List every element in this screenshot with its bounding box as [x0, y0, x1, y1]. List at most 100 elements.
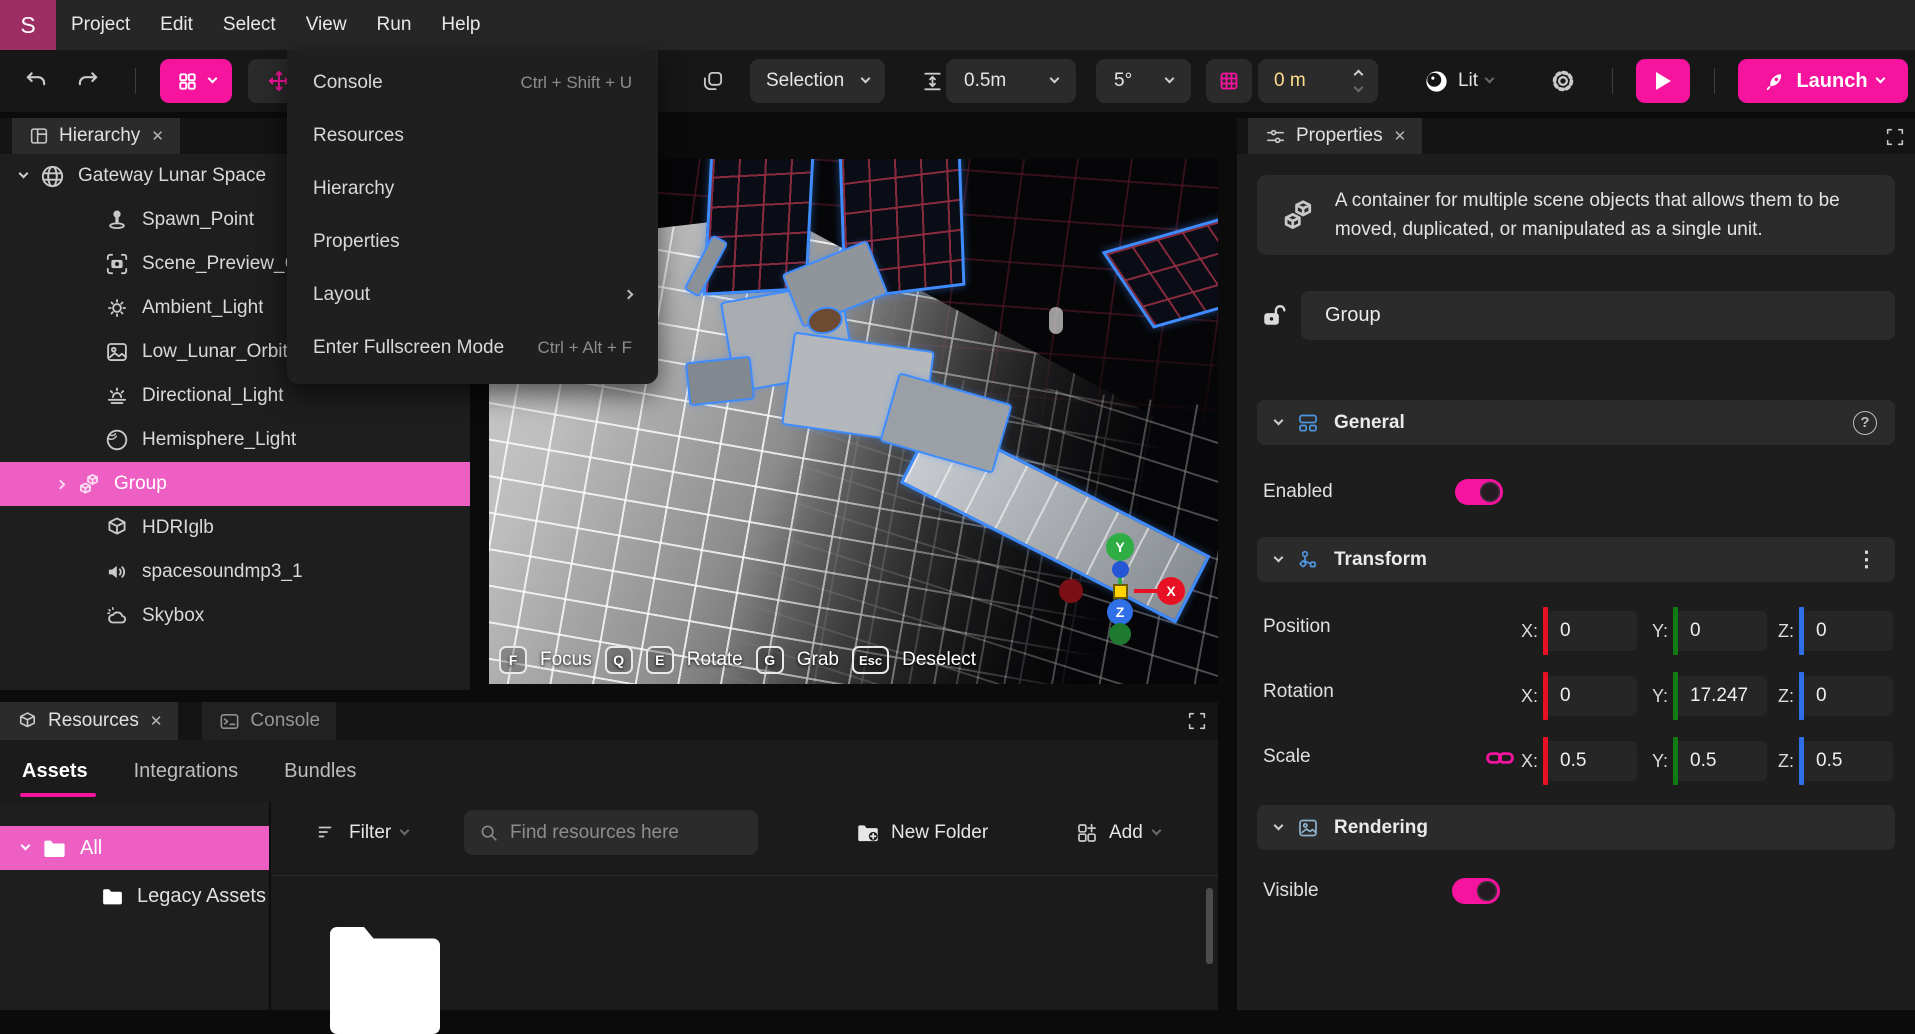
filter-button[interactable]: Filter: [315, 810, 408, 855]
scale-z-field[interactable]: Z: 0.5: [1778, 737, 1893, 785]
menu-help[interactable]: Help: [426, 0, 495, 50]
gizmo-center-handle[interactable]: [1113, 584, 1128, 599]
elevation-value: 0 m: [1274, 70, 1306, 92]
menu-item-resources[interactable]: Resources: [287, 109, 658, 162]
close-icon[interactable]: ✕: [150, 712, 163, 730]
app-logo[interactable]: S: [0, 0, 56, 50]
section-rendering[interactable]: Rendering: [1257, 805, 1895, 850]
folder-row-legacy-assets[interactable]: Legacy Assets: [0, 874, 269, 918]
position-y-field[interactable]: Y: 0: [1652, 607, 1767, 655]
scale-label: Scale: [1263, 746, 1311, 768]
tree-row-hemisphere-light[interactable]: Hemisphere_Light: [0, 418, 470, 462]
tree-row-group[interactable]: Group: [0, 462, 470, 506]
position-y-value[interactable]: 0: [1678, 611, 1767, 651]
scale-link-icon[interactable]: [1485, 748, 1515, 768]
menu-project[interactable]: Project: [56, 0, 145, 50]
undo-button[interactable]: [16, 59, 56, 103]
play-button[interactable]: [1636, 59, 1690, 103]
gizmo-neg-z-handle[interactable]: [1112, 561, 1129, 578]
tree-row-spacesound[interactable]: spacesoundmp3_1: [0, 550, 470, 594]
folder-icon: [41, 835, 68, 862]
section-transform[interactable]: Transform ⋮: [1257, 537, 1895, 582]
scrollbar-thumb[interactable]: [1206, 888, 1213, 964]
rotation-x-value[interactable]: 0: [1548, 676, 1637, 716]
menu-view[interactable]: View: [291, 0, 362, 50]
menu-item-properties[interactable]: Properties: [287, 215, 658, 268]
close-icon[interactable]: ✕: [151, 127, 164, 145]
menu-select[interactable]: Select: [208, 0, 291, 50]
unlock-icon[interactable]: [1263, 184, 1289, 210]
tab-bundles[interactable]: Bundles: [284, 760, 356, 783]
tab-console[interactable]: Console: [202, 702, 336, 740]
resource-search[interactable]: [464, 810, 758, 855]
gizmo-x-handle[interactable]: X: [1157, 577, 1185, 605]
hint-focus: Focus: [540, 649, 592, 671]
help-icon[interactable]: ?: [1853, 411, 1877, 435]
position-z-value[interactable]: 0: [1804, 611, 1893, 651]
unlock-icon[interactable]: [1259, 302, 1287, 330]
local-global-toggle-button[interactable]: [690, 59, 736, 103]
rotation-y-value[interactable]: 17.247: [1678, 676, 1767, 716]
tab-assets[interactable]: Assets: [22, 760, 88, 783]
stepper-up-icon[interactable]: [1354, 70, 1364, 80]
shading-mode-dropdown[interactable]: Lit: [1408, 59, 1508, 103]
axis-z-label: Z:: [1778, 686, 1794, 707]
tab-hierarchy[interactable]: Hierarchy ✕: [12, 118, 180, 154]
position-x-field[interactable]: X: 0: [1521, 607, 1637, 655]
enabled-toggle[interactable]: [1455, 479, 1503, 505]
menu-item-console[interactable]: Console Ctrl + Shift + U: [287, 56, 658, 109]
launch-button[interactable]: Launch: [1738, 59, 1908, 103]
grid-size-dropdown[interactable]: 0.5m: [946, 59, 1076, 103]
folder-row-all[interactable]: All: [0, 826, 269, 870]
stepper-down-icon[interactable]: [1354, 83, 1364, 93]
object-name-input[interactable]: Group: [1301, 291, 1895, 340]
elevation-stepper[interactable]: 0 m: [1258, 59, 1378, 103]
gizmo-y-handle[interactable]: Y: [1106, 533, 1134, 561]
add-button[interactable]: Add: [1075, 810, 1160, 855]
grid-toggle-button[interactable]: [1206, 59, 1252, 103]
close-icon[interactable]: ✕: [1394, 127, 1407, 145]
menu-edit[interactable]: Edit: [145, 0, 208, 50]
menu-item-fullscreen[interactable]: Enter Fullscreen Mode Ctrl + Alt + F: [287, 321, 658, 374]
selection-mode-dropdown[interactable]: Selection: [750, 59, 885, 103]
scale-z-value[interactable]: 0.5: [1804, 741, 1893, 781]
gizmo-neg-x-handle[interactable]: [1059, 579, 1083, 603]
redo-button[interactable]: [68, 59, 108, 103]
tab-resources[interactable]: Resources ✕: [0, 702, 178, 740]
scale-y-value[interactable]: 0.5: [1678, 741, 1767, 781]
tab-integrations[interactable]: Integrations: [134, 760, 239, 783]
settings-button[interactable]: [1540, 59, 1586, 103]
rotation-z-field[interactable]: Z: 0: [1778, 672, 1893, 720]
properties-expand-icon[interactable]: [1884, 126, 1906, 148]
search-icon: [478, 822, 500, 844]
layout-tool-button[interactable]: [160, 59, 232, 103]
menu-item-hierarchy[interactable]: Hierarchy: [287, 162, 658, 215]
scale-x-field[interactable]: X: 0.5: [1521, 737, 1637, 785]
search-input[interactable]: [510, 822, 730, 844]
rotation-z-value[interactable]: 0: [1804, 676, 1893, 716]
resources-expand-icon[interactable]: [1186, 710, 1208, 732]
position-z-field[interactable]: Z: 0: [1778, 607, 1893, 655]
position-x-value[interactable]: 0: [1548, 611, 1637, 651]
scale-x-value[interactable]: 0.5: [1548, 741, 1637, 781]
axis-y-label: Y:: [1652, 686, 1668, 707]
chevron-down-icon: [1274, 820, 1284, 830]
menu-run[interactable]: Run: [362, 0, 427, 50]
folder-label: All: [80, 837, 102, 860]
speaker-icon: [104, 559, 130, 585]
kebab-menu-icon[interactable]: ⋮: [1856, 547, 1877, 572]
tab-properties[interactable]: Properties ✕: [1248, 118, 1422, 154]
angle-snap-dropdown[interactable]: 5°: [1096, 59, 1191, 103]
gizmo-z-handle[interactable]: Z: [1107, 599, 1133, 625]
scale-y-field[interactable]: Y: 0.5: [1652, 737, 1767, 785]
tree-row-skybox[interactable]: Skybox: [0, 594, 470, 638]
gizmo-neg-y-handle[interactable]: [1109, 623, 1131, 645]
tree-row-hdriglb[interactable]: HDRIglb: [0, 506, 470, 550]
rotation-x-field[interactable]: X: 0: [1521, 672, 1637, 720]
section-general[interactable]: General ?: [1257, 400, 1895, 445]
menu-item-layout[interactable]: Layout: [287, 268, 658, 321]
rotation-y-field[interactable]: Y: 17.247: [1652, 672, 1767, 720]
new-folder-button[interactable]: New Folder: [855, 810, 988, 855]
visible-toggle[interactable]: [1452, 878, 1500, 904]
folder-item[interactable]: [326, 922, 444, 1034]
